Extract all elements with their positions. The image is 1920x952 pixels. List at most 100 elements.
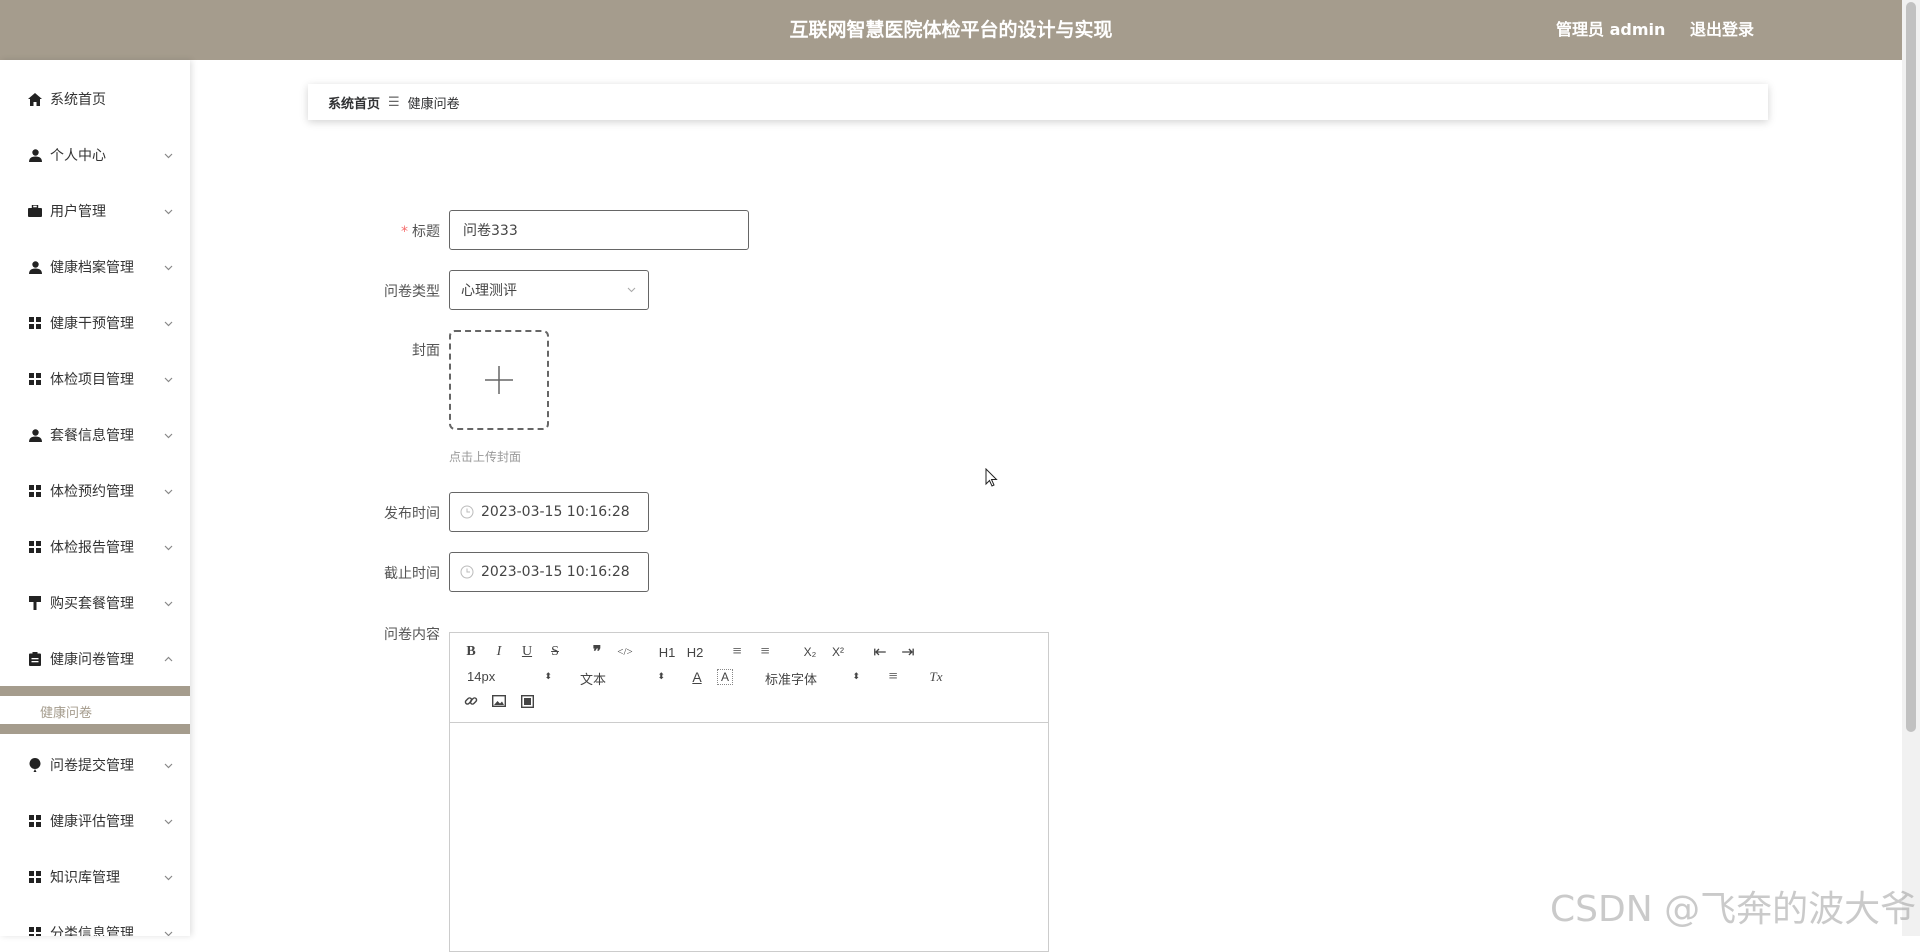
- chevron-down-icon: [164, 265, 173, 270]
- grid-icon: [27, 925, 43, 936]
- current-user: 管理员 admin: [1556, 20, 1666, 39]
- page-scrollbar[interactable]: [1902, 0, 1920, 936]
- video-icon: [520, 694, 534, 708]
- sidebar: 系统首页 个人中心 用户管理 健康档案管理 健康干预管理 体检项目管理 套餐信息…: [0, 60, 190, 936]
- strike-button[interactable]: S: [544, 641, 566, 663]
- mouse-cursor-icon: [985, 468, 998, 487]
- sidebar-item-label: 套餐信息管理: [50, 428, 134, 444]
- breadcrumb-home-link[interactable]: 系统首页: [328, 93, 380, 112]
- chevron-down-icon: [164, 377, 173, 382]
- editor-content-area[interactable]: [450, 724, 1048, 951]
- sidebar-item-label: 体检报告管理: [50, 540, 134, 556]
- bold-button[interactable]: B: [460, 641, 482, 663]
- image-button[interactable]: [488, 690, 510, 712]
- sidebar-subitem-questionnaire[interactable]: 健康问卷: [0, 696, 190, 724]
- sidebar-item-questionnaires[interactable]: 健康问卷管理: [0, 639, 190, 679]
- sidebar-item-label: 用户管理: [50, 204, 106, 220]
- ordered-list-button[interactable]: ≡: [726, 641, 748, 663]
- sidebar-item-label: 健康干预管理: [50, 316, 134, 332]
- chevron-down-icon: [164, 321, 173, 326]
- blockquote-button[interactable]: ❞: [586, 641, 608, 663]
- balloon-icon: [27, 757, 43, 773]
- align-button[interactable]: ≡: [882, 666, 904, 688]
- clear-format-button[interactable]: Tx: [925, 666, 947, 688]
- cover-upload[interactable]: [449, 330, 549, 430]
- chevron-down-icon: [164, 931, 173, 936]
- sidebar-item-health-records[interactable]: 健康档案管理: [0, 247, 190, 287]
- deadline-picker[interactable]: 2023-03-15 10:16:28: [449, 552, 649, 592]
- underline-button[interactable]: U: [516, 641, 538, 663]
- clock-icon: [460, 565, 474, 579]
- sidebar-item-submissions[interactable]: 问卷提交管理: [0, 745, 190, 785]
- required-mark: *: [401, 224, 408, 240]
- sidebar-item-label: 健康档案管理: [50, 260, 134, 276]
- h2-button[interactable]: H2: [684, 641, 706, 663]
- grid-icon: [27, 315, 43, 331]
- sidebar-item-label: 健康问卷管理: [50, 652, 134, 668]
- sidebar-item-exam-items[interactable]: 体检项目管理: [0, 359, 190, 399]
- chevron-down-icon: [164, 153, 173, 158]
- title-input[interactable]: 问卷333: [449, 210, 749, 250]
- chevron-down-icon: [164, 875, 173, 880]
- type-select-value: 心理测评: [461, 283, 517, 299]
- background-color-button[interactable]: A: [717, 669, 733, 685]
- title-field-label: * 标题: [401, 224, 440, 240]
- select-arrows-icon: ⬍: [544, 671, 552, 681]
- clipboard-icon: [27, 651, 43, 667]
- indent-button[interactable]: ⇥: [897, 641, 919, 663]
- scrollbar-thumb[interactable]: [1906, 2, 1916, 732]
- font-size-select[interactable]: 14px ⬍: [467, 669, 552, 689]
- h1-button[interactable]: H1: [656, 641, 678, 663]
- title-input-value: 问卷333: [463, 223, 518, 239]
- grid-icon: [27, 813, 43, 829]
- chevron-down-icon: [164, 489, 173, 494]
- grid-icon: [27, 371, 43, 387]
- sidebar-item-purchases[interactable]: 购买套餐管理: [0, 583, 190, 623]
- sidebar-item-reports[interactable]: 体检报告管理: [0, 527, 190, 567]
- sidebar-item-label: 体检项目管理: [50, 372, 134, 388]
- video-button[interactable]: [516, 690, 538, 712]
- grid-icon: [27, 483, 43, 499]
- briefcase-icon: [27, 203, 43, 219]
- italic-button[interactable]: I: [488, 641, 510, 663]
- font-color-button[interactable]: A: [686, 666, 708, 688]
- submenu-top-band: [0, 686, 190, 696]
- outdent-button[interactable]: ⇤: [869, 641, 891, 663]
- code-block-button[interactable]: </>: [614, 641, 636, 663]
- brush-icon: [27, 595, 43, 611]
- chevron-down-icon: [164, 601, 173, 606]
- link-button[interactable]: [460, 690, 482, 712]
- home-icon: [27, 91, 43, 107]
- sidebar-item-users[interactable]: 用户管理: [0, 191, 190, 231]
- sidebar-item-home[interactable]: 系统首页: [0, 79, 190, 119]
- type-select[interactable]: 心理测评: [449, 270, 649, 310]
- sidebar-item-knowledge-base[interactable]: 知识库管理: [0, 857, 190, 897]
- link-icon: [464, 697, 478, 705]
- subscript-button[interactable]: X₂: [799, 641, 821, 663]
- sidebar-item-appointments[interactable]: 体检预约管理: [0, 471, 190, 511]
- top-header: 互联网智慧医院体检平台的设计与实现 管理员 admin 退出登录: [0, 0, 1902, 60]
- chevron-up-icon: [164, 656, 173, 661]
- sidebar-item-label: 健康评估管理: [50, 814, 134, 830]
- plus-icon: [485, 366, 513, 394]
- superscript-button[interactable]: X²: [827, 641, 849, 663]
- chevron-down-icon: [164, 209, 173, 214]
- chevron-down-icon: [627, 287, 636, 293]
- sidebar-item-packages[interactable]: 套餐信息管理: [0, 415, 190, 455]
- bullet-list-button[interactable]: ≡: [754, 641, 776, 663]
- sidebar-item-health-intervention[interactable]: 健康干预管理: [0, 303, 190, 343]
- deadline-value: 2023-03-15 10:16:28: [481, 564, 630, 580]
- type-field-label: 问卷类型: [384, 284, 440, 300]
- publish-time-value: 2023-03-15 10:16:28: [481, 504, 630, 520]
- font-family-select[interactable]: 标准字体 ⬍: [765, 669, 860, 689]
- editor-toolbar: B I U S ❞ </> H1 H2 ≡ ≡ X₂ X² ⇤ ⇥ 14px ⬍ …: [450, 633, 1048, 723]
- sidebar-item-personal[interactable]: 个人中心: [0, 135, 190, 175]
- publish-time-picker[interactable]: 2023-03-15 10:16:28: [449, 492, 649, 532]
- logout-link[interactable]: 退出登录: [1690, 0, 1754, 60]
- sidebar-item-label: 知识库管理: [50, 870, 120, 886]
- chevron-down-icon: [164, 545, 173, 550]
- breadcrumb-separator: ☰: [388, 94, 400, 110]
- sidebar-item-assessments[interactable]: 健康评估管理: [0, 801, 190, 841]
- text-type-select[interactable]: 文本 ⬍: [580, 669, 665, 689]
- sidebar-item-categories[interactable]: 分类信息管理: [0, 913, 190, 936]
